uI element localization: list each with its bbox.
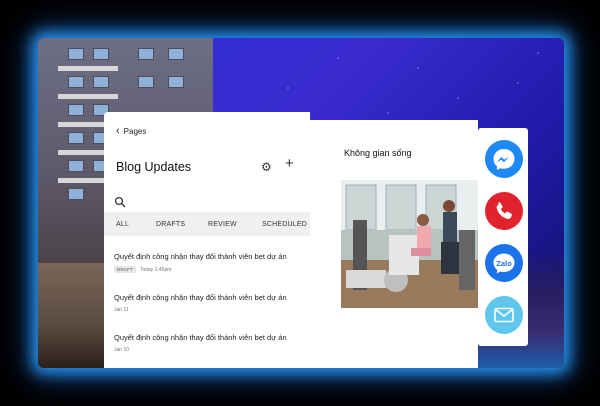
post-title: Quyết định công nhận thay đổi thành viên… (114, 252, 287, 261)
page-title: Blog Updates (116, 160, 192, 174)
tab-all[interactable]: ALL (116, 221, 129, 228)
post-date: Jan 11 (114, 307, 129, 313)
contact-bar: Zalo (478, 128, 528, 346)
back-button[interactable]: ‹ Pages (116, 126, 146, 137)
list-item[interactable]: Quyết định công nhận thay đổi thành viên… (114, 293, 304, 313)
post-title: Quyết định công nhận thay đổi thành viên… (114, 293, 287, 302)
gym-photo (341, 180, 478, 308)
envelope-icon (485, 296, 523, 334)
preview-heading: Không gian sống (344, 148, 412, 158)
messenger-button[interactable] (485, 140, 523, 178)
messenger-icon (485, 140, 523, 178)
post-date: Today 1:45pm (140, 266, 172, 273)
phone-button[interactable] (485, 192, 523, 230)
add-post-button[interactable]: + (285, 156, 294, 171)
gear-icon[interactable]: ⚙ (261, 160, 272, 174)
status-tabs: ALL DRAFTS REVIEW SCHEDULED (104, 212, 310, 236)
chevron-left-icon: ‹ (116, 125, 120, 137)
zalo-button[interactable]: Zalo (485, 244, 523, 282)
status-badge: DRAFT (114, 266, 136, 273)
tab-review[interactable]: REVIEW (208, 221, 237, 228)
list-item[interactable]: Quyết định công nhận thay đổi thành viên… (114, 252, 304, 273)
zalo-label: Zalo (496, 259, 512, 268)
list-item[interactable]: Quyết định công nhận thay đổi thành viên… (114, 333, 304, 353)
tab-scheduled[interactable]: SCHEDULED (262, 221, 307, 228)
phone-icon (485, 192, 523, 230)
zalo-icon: Zalo (485, 244, 523, 282)
post-date: Jan 10 (114, 347, 130, 353)
search-icon[interactable] (114, 196, 126, 208)
post-title: Quyết định công nhận thay đổi thành viên… (114, 333, 287, 342)
email-button[interactable] (485, 296, 523, 334)
blog-list-panel: ‹ Pages Blog Updates ⚙ + ALL DRAFTS REVI… (104, 112, 310, 368)
back-label: Pages (123, 127, 147, 136)
post-preview-panel: Không gian sống (310, 120, 478, 368)
tab-drafts[interactable]: DRAFTS (156, 221, 185, 228)
